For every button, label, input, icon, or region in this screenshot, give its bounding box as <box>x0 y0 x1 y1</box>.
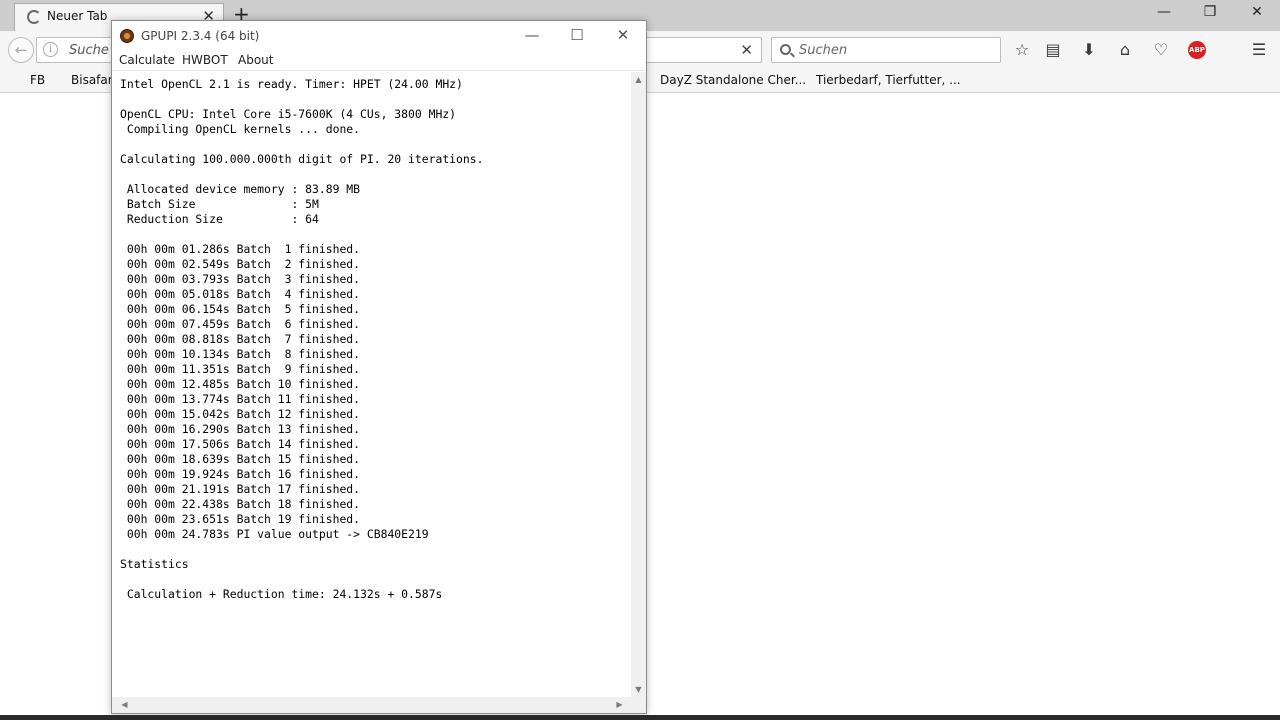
window-title: GPUPI 2.3.4 (64 bit) <box>141 29 260 43</box>
console-line: 00h 00m 08.818s Batch 7 finished. <box>120 332 361 346</box>
pocket-icon[interactable]: ♡ <box>1150 39 1172 61</box>
console-line: 00h 00m 19.924s Batch 16 finished. <box>120 467 361 481</box>
taskbar-edge <box>0 715 1280 720</box>
console-line: 00h 00m 11.351s Batch 9 finished. <box>120 362 361 376</box>
browser-minimize-icon[interactable]: — <box>1152 4 1176 20</box>
console-line: Batch Size : 5M <box>120 197 319 211</box>
scroll-left-icon[interactable]: ◀ <box>117 697 132 713</box>
console-line: Intel OpenCL 2.1 is ready. Timer: HPET (… <box>120 77 463 91</box>
menu-bar: Calculate HWBOT About <box>112 51 646 71</box>
console-line: 00h 00m 03.793s Batch 3 finished. <box>120 272 361 286</box>
console-line: 00h 00m 01.286s Batch 1 finished. <box>120 242 361 256</box>
console-line: Compiling OpenCL kernels ... done. <box>120 122 361 136</box>
console-line: Calculation + Reduction time: 24.132s + … <box>120 587 443 601</box>
loading-icon <box>27 10 41 24</box>
scroll-right-icon[interactable]: ▶ <box>612 697 627 713</box>
console-line: 00h 00m 13.774s Batch 11 finished. <box>120 392 361 406</box>
console-line: 00h 00m 21.191s Batch 17 finished. <box>120 482 361 496</box>
reader-list-icon[interactable]: ▤ <box>1042 39 1064 61</box>
console-line: 00h 00m 23.651s Batch 19 finished. <box>120 512 361 526</box>
browser-close-icon[interactable]: ✕ <box>1245 4 1269 20</box>
bookmark-item[interactable]: DayZ Standalone Cher... <box>660 73 806 87</box>
search-input[interactable]: Suchen <box>771 37 1001 63</box>
console-line: Reduction Size : 64 <box>120 212 319 226</box>
browser-restore-icon[interactable]: ❐ <box>1198 4 1222 20</box>
download-arrow-icon[interactable]: ⬇ <box>1078 39 1100 61</box>
console-line: 00h 00m 17.506s Batch 14 finished. <box>120 437 361 451</box>
console-line: 00h 00m 06.154s Batch 5 finished. <box>120 302 361 316</box>
search-placeholder: Suchen <box>799 43 848 58</box>
horizontal-scrollbar[interactable]: ◀ ▶ <box>112 697 646 713</box>
console-line: Statistics <box>120 557 189 571</box>
console-line: 00h 00m 16.290s Batch 13 finished. <box>120 422 361 436</box>
console-line: 00h 00m 07.459s Batch 6 finished. <box>120 317 361 331</box>
bookmark-item[interactable]: Tierbedarf, Tierfutter, ... <box>816 73 961 87</box>
close-icon[interactable]: ✕ <box>612 26 634 44</box>
console-line: 00h 00m 02.549s Batch 2 finished. <box>120 257 361 271</box>
gpupi-window: GPUPI 2.3.4 (64 bit) — ☐ ✕ Calculate HWB… <box>111 20 647 714</box>
maximize-icon[interactable]: ☐ <box>566 26 588 44</box>
gpupi-titlebar[interactable]: GPUPI 2.3.4 (64 bit) — ☐ ✕ <box>112 21 646 51</box>
console-line: 00h 00m 24.783s PI value output -> CB840… <box>120 527 429 541</box>
star-icon[interactable]: ☆ <box>1011 39 1033 61</box>
console-lines: Intel OpenCL 2.1 is ready. Timer: HPET (… <box>120 77 483 602</box>
console-line: 00h 00m 10.134s Batch 8 finished. <box>120 347 361 361</box>
minimize-icon[interactable]: — <box>521 26 543 44</box>
console-line: Allocated device memory : 83.89 MB <box>120 182 361 196</box>
console-line: 00h 00m 22.438s Batch 18 finished. <box>120 497 361 511</box>
bookmark-item[interactable]: FB <box>30 73 45 87</box>
console-line: OpenCL CPU: Intel Core i5-7600K (4 CUs, … <box>120 107 457 121</box>
info-icon[interactable]: i <box>43 42 58 57</box>
scroll-down-icon[interactable]: ▼ <box>631 682 646 697</box>
hamburger-menu-icon[interactable]: ☰ <box>1248 39 1270 61</box>
gpupi-logo-icon <box>120 29 134 43</box>
console-line: 00h 00m 18.639s Batch 15 finished. <box>120 452 361 466</box>
menu-calculate[interactable]: Calculate <box>119 53 175 67</box>
adblock-plus-icon[interactable]: ABP <box>1188 41 1206 59</box>
menu-hwbot[interactable]: HWBOT <box>182 53 228 67</box>
tab-title: Neuer Tab <box>47 9 108 23</box>
vertical-scrollbar[interactable]: ▲ ▼ <box>631 72 646 697</box>
home-icon[interactable]: ⌂ <box>1114 39 1136 61</box>
back-arrow-icon[interactable]: ← <box>8 37 34 63</box>
console-line: 00h 00m 12.485s Batch 10 finished. <box>120 377 361 391</box>
console-line: 00h 00m 05.018s Batch 4 finished. <box>120 287 361 301</box>
console-line: Calculating 100.000.000th digit of PI. 2… <box>120 152 484 166</box>
menu-about[interactable]: About <box>238 53 273 67</box>
console-output[interactable]: Intel OpenCL 2.1 is ready. Timer: HPET (… <box>112 72 631 697</box>
search-icon <box>780 44 791 55</box>
console-line: 00h 00m 15.042s Batch 12 finished. <box>120 407 361 421</box>
scroll-up-icon[interactable]: ▲ <box>631 72 646 87</box>
close-icon[interactable]: ✕ <box>740 41 753 59</box>
